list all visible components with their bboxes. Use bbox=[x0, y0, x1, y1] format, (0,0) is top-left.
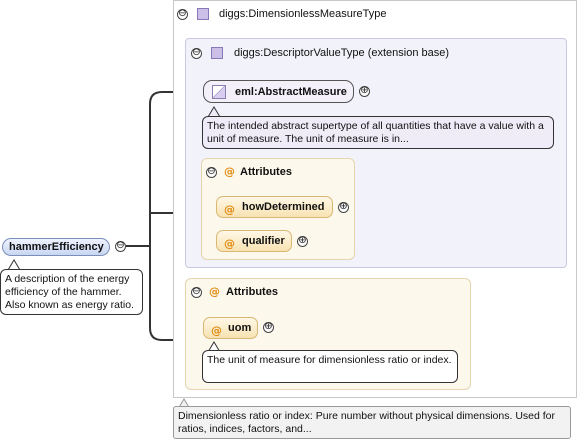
collapse-icon: ⊖ bbox=[116, 240, 125, 251]
attribute-icon: @ bbox=[211, 324, 222, 337]
abstract-measure-documentation: The intended abstract supertype of all q… bbox=[202, 116, 554, 149]
qualifier-expand-toggle[interactable]: ⊕ bbox=[297, 236, 308, 247]
root-collapse-toggle[interactable]: ⊖ bbox=[115, 241, 126, 252]
expand-icon: ⊕ bbox=[360, 85, 369, 96]
abstract-doc-text: The intended abstract supertype of all q… bbox=[207, 120, 544, 145]
collapse-icon: ⊖ bbox=[207, 166, 216, 177]
root-doc-text: A description of the energy efficiency o… bbox=[5, 273, 134, 311]
root-documentation: A description of the energy efficiency o… bbox=[0, 269, 143, 315]
uom-expand-toggle[interactable]: ⊕ bbox=[263, 322, 274, 333]
collapse-icon: ⊖ bbox=[192, 47, 201, 58]
attribute-label: qualifier bbox=[242, 235, 285, 247]
howdetermined-expand-toggle[interactable]: ⊕ bbox=[338, 202, 349, 213]
type-attributes-collapse-toggle[interactable]: ⊖ bbox=[191, 287, 202, 298]
root-element-label: hammerEfficiency bbox=[9, 241, 104, 253]
base-panel-collapse-toggle[interactable]: ⊖ bbox=[191, 48, 202, 59]
attribute-label: uom bbox=[228, 322, 252, 334]
base-panel-title: diggs:DescriptorValueType (extension bas… bbox=[234, 47, 450, 59]
expand-icon: ⊕ bbox=[298, 235, 307, 246]
attribute-icon: @ bbox=[224, 237, 235, 250]
base-attributes-collapse-toggle[interactable]: ⊖ bbox=[206, 167, 217, 178]
base-type-icon bbox=[211, 47, 223, 59]
attribute-icon: @ bbox=[224, 203, 235, 216]
complex-type-icon bbox=[197, 8, 209, 20]
element-abstract-measure[interactable]: eml:AbstractMeasure bbox=[203, 80, 354, 103]
type-attributes-title: Attributes bbox=[226, 286, 278, 298]
expand-icon: ⊕ bbox=[339, 201, 348, 212]
type-panel-collapse-toggle[interactable]: ⊖ bbox=[177, 9, 188, 20]
type-panel-documentation: Dimensionless ratio or index: Pure numbe… bbox=[173, 406, 571, 439]
abstract-element-icon bbox=[212, 85, 226, 99]
uom-doc-text: The unit of measure for dimensionless ra… bbox=[207, 354, 452, 366]
attributes-icon: @ bbox=[224, 165, 235, 178]
type-doc-text: Dimensionless ratio or index: Pure numbe… bbox=[178, 410, 556, 435]
type-panel-title: diggs:DimensionlessMeasureType bbox=[219, 8, 387, 20]
uom-documentation: The unit of measure for dimensionless ra… bbox=[202, 350, 458, 383]
attribute-label: howDetermined bbox=[242, 201, 325, 213]
attribute-uom[interactable]: @ uom bbox=[203, 317, 258, 339]
expand-icon: ⊕ bbox=[264, 321, 273, 332]
collapse-icon: ⊖ bbox=[192, 286, 201, 297]
base-attributes-title: Attributes bbox=[240, 166, 292, 178]
attribute-howdetermined[interactable]: @ howDetermined bbox=[216, 196, 333, 218]
attribute-qualifier[interactable]: @ qualifier bbox=[216, 230, 292, 252]
attributes-icon: @ bbox=[209, 285, 220, 298]
abstract-measure-label: eml:AbstractMeasure bbox=[235, 86, 347, 98]
abstract-measure-expand-toggle[interactable]: ⊕ bbox=[359, 86, 370, 97]
root-element-hammerefficiency[interactable]: hammerEfficiency bbox=[2, 238, 110, 256]
collapse-icon: ⊖ bbox=[178, 8, 187, 19]
